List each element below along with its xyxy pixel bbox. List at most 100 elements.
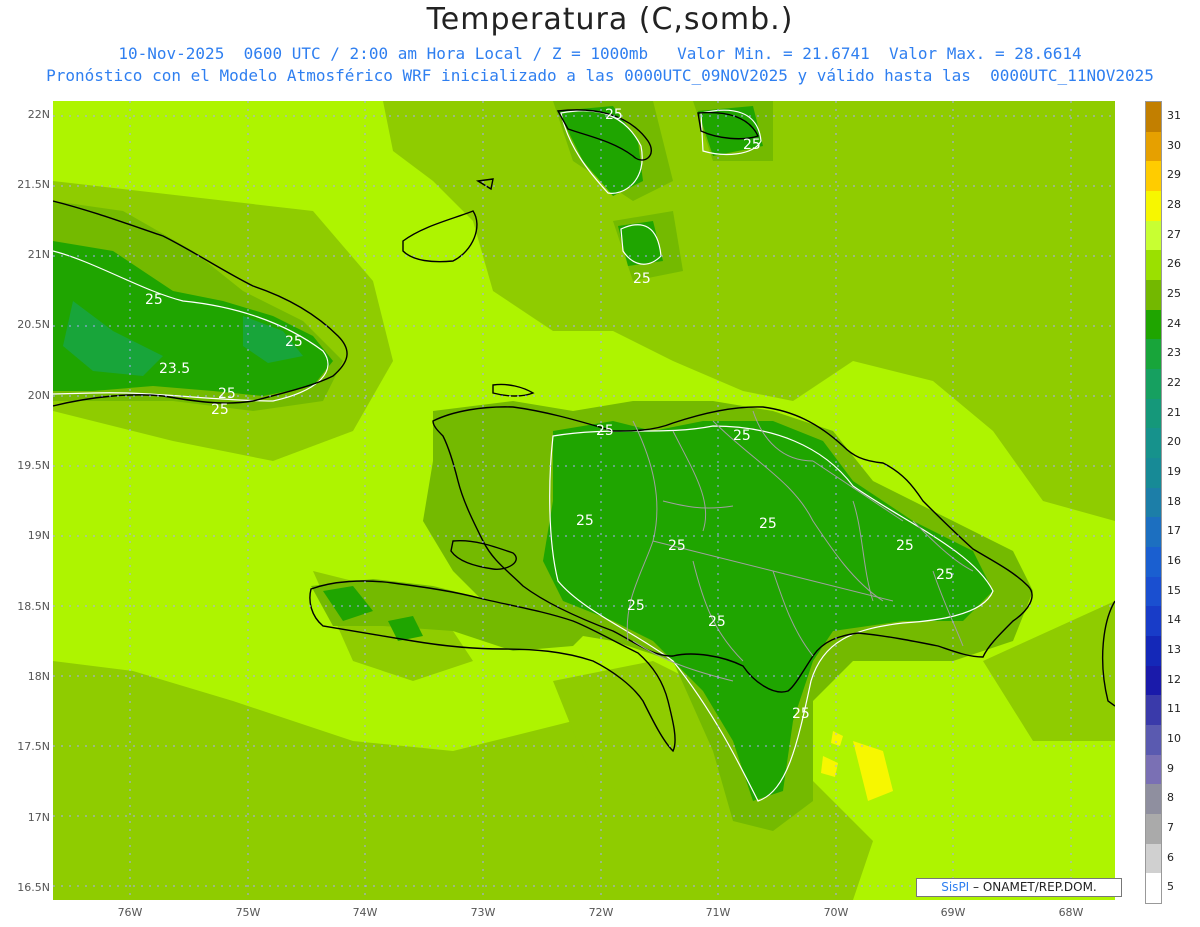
colorbar-swatch <box>1146 517 1161 548</box>
temperature-map: 25 25 25 25 23.5 25 25 25 25 25 25 25 25… <box>53 101 1115 900</box>
colorbar-label: 28 <box>1167 197 1181 211</box>
lat-label: 20.5N <box>17 318 50 331</box>
colorbar-label: 13 <box>1167 642 1181 656</box>
contour-label: 25 <box>633 271 651 287</box>
colorbar-swatch <box>1146 398 1161 429</box>
lat-label: 19N <box>27 529 50 542</box>
colorbar-swatch <box>1146 220 1161 251</box>
lat-label: 17N <box>27 811 50 824</box>
colorbar-label: 31 <box>1167 108 1181 122</box>
lat-label: 21N <box>27 248 50 261</box>
colorbar-swatch <box>1146 873 1161 904</box>
lat-label: 16.5N <box>17 881 50 894</box>
lon-label: 76W <box>117 906 143 919</box>
lat-label: 20N <box>27 389 50 402</box>
colorbar-swatch <box>1146 102 1161 133</box>
contour-label: 25 <box>896 538 914 554</box>
colorbar-swatch <box>1146 843 1161 874</box>
colorbar-label: 12 <box>1167 672 1181 686</box>
colorbar-label: 29 <box>1167 168 1181 182</box>
colorbar-swatch <box>1146 458 1161 489</box>
lat-label: 22N <box>27 108 50 121</box>
colorbar-label: 6 <box>1167 850 1174 864</box>
lon-label: 73W <box>470 906 496 919</box>
colorbar-label: 15 <box>1167 583 1181 597</box>
colorbar-swatch <box>1146 547 1161 578</box>
colorbar-swatch <box>1146 695 1161 726</box>
lon-label: 71W <box>705 906 731 919</box>
contour-label: 25 <box>211 402 229 418</box>
colorbar-swatch <box>1146 280 1161 311</box>
colorbar-label: 14 <box>1167 613 1181 627</box>
contour-label: 25 <box>218 386 236 402</box>
lon-label: 69W <box>940 906 966 919</box>
map-subtitle-line2: Pronóstico con el Modelo Atmosférico WRF… <box>46 66 1154 85</box>
lon-label: 70W <box>823 906 849 919</box>
colorbar-label: 26 <box>1167 257 1181 271</box>
credit-brand: SisPI <box>941 880 970 894</box>
colorbar-swatch <box>1146 191 1161 222</box>
colorbar-swatch <box>1146 725 1161 756</box>
colorbar-swatch <box>1146 814 1161 845</box>
contour-label: 25 <box>759 516 777 532</box>
lat-label: 17.5N <box>17 740 50 753</box>
lon-label: 75W <box>235 906 261 919</box>
colorbar-label: 19 <box>1167 464 1181 478</box>
contour-label: 25 <box>668 538 686 554</box>
colorbar-label: 16 <box>1167 553 1181 567</box>
contour-label: 25 <box>627 598 645 614</box>
map-subtitle-line1: 10-Nov-2025 0600 UTC / 2:00 am Hora Loca… <box>118 44 1082 63</box>
colorbar-swatch <box>1146 250 1161 281</box>
colorbar-label: 9 <box>1167 761 1174 775</box>
colorbar-label: 18 <box>1167 494 1181 508</box>
colorbar-label: 25 <box>1167 286 1181 300</box>
colorbar-swatch <box>1146 636 1161 667</box>
colorbar-swatch <box>1146 487 1161 518</box>
colorbar-swatch <box>1146 161 1161 192</box>
colorbar <box>1145 101 1162 904</box>
lon-label: 72W <box>588 906 614 919</box>
colorbar-swatch <box>1146 784 1161 815</box>
contour-label: 25 <box>285 334 303 350</box>
contour-label: 23.5 <box>159 361 190 377</box>
colorbar-label: 27 <box>1167 227 1181 241</box>
lat-label: 18.5N <box>17 600 50 613</box>
colorbar-label: 11 <box>1167 702 1181 716</box>
lat-label: 21.5N <box>17 178 50 191</box>
colorbar-label: 7 <box>1167 820 1174 834</box>
colorbar-label: 5 <box>1167 880 1174 894</box>
credit-box: SisPI – ONAMET/REP.DOM. <box>916 878 1122 897</box>
contour-label: 25 <box>792 706 810 722</box>
colorbar-label: 20 <box>1167 435 1181 449</box>
colorbar-label: 24 <box>1167 316 1181 330</box>
colorbar-label: 22 <box>1167 375 1181 389</box>
credit-text: – ONAMET/REP.DOM. <box>969 880 1097 894</box>
lon-label: 74W <box>352 906 378 919</box>
colorbar-label: 21 <box>1167 405 1181 419</box>
contour-label: 25 <box>596 423 614 439</box>
contour-label: 25 <box>576 513 594 529</box>
colorbar-swatch <box>1146 754 1161 785</box>
contour-label: 25 <box>733 428 751 444</box>
colorbar-swatch <box>1146 339 1161 370</box>
contour-label: 25 <box>605 107 623 123</box>
lon-label: 68W <box>1058 906 1084 919</box>
colorbar-swatch <box>1146 369 1161 400</box>
colorbar-swatch <box>1146 665 1161 696</box>
colorbar-swatch <box>1146 576 1161 607</box>
lat-label: 18N <box>27 670 50 683</box>
colorbar-label: 8 <box>1167 791 1174 805</box>
contour-label: 25 <box>743 137 761 153</box>
colorbar-label: 30 <box>1167 138 1181 152</box>
contour-label: 25 <box>708 614 726 630</box>
lat-label: 19.5N <box>17 459 50 472</box>
colorbar-label: 23 <box>1167 346 1181 360</box>
colorbar-swatch <box>1146 606 1161 637</box>
contour-label: 25 <box>936 567 954 583</box>
colorbar-label: 10 <box>1167 731 1181 745</box>
colorbar-label: 17 <box>1167 524 1181 538</box>
colorbar-swatch <box>1146 309 1161 340</box>
colorbar-swatch <box>1146 428 1161 459</box>
contour-label: 25 <box>145 292 163 308</box>
colorbar-swatch <box>1146 131 1161 162</box>
